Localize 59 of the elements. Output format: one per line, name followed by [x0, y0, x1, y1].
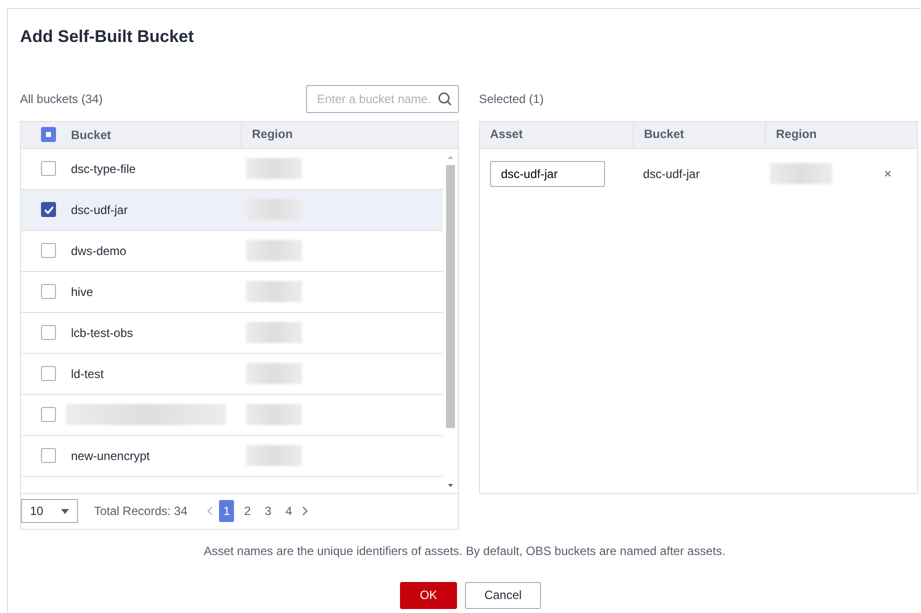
total-records: Total Records: 34 [94, 503, 188, 520]
bucket-name: new-unencrypt [71, 448, 150, 462]
square-icon [46, 132, 51, 137]
previous-page-icon[interactable] [207, 506, 214, 516]
table-row[interactable]: ld-test [21, 354, 443, 394]
page-button[interactable]: 4 [281, 500, 296, 522]
search-icon[interactable] [438, 92, 452, 106]
row-checkbox[interactable] [41, 284, 56, 299]
page-button[interactable]: 1 [219, 500, 234, 522]
bucket-count-label: All buckets (34) [20, 90, 103, 108]
table-row[interactable]: lcb-test-obs [21, 312, 443, 354]
table-row[interactable]: dws-demo [21, 230, 443, 272]
redacted-block [246, 158, 302, 179]
row-checkbox[interactable] [41, 325, 56, 340]
bucket-name: dsc-udf-jar [643, 166, 701, 182]
ok-button[interactable]: OK [400, 582, 457, 608]
row-checkbox[interactable] [41, 161, 56, 176]
redacted-block [246, 322, 302, 343]
select-all-checkbox[interactable] [41, 127, 56, 142]
asset-name-field[interactable]: dsc-udf-jar [490, 160, 605, 186]
row-checkbox[interactable] [41, 448, 56, 463]
row-checkbox[interactable] [41, 366, 56, 381]
search-field[interactable]: Enter a bucket name. [306, 84, 459, 112]
redacted-block [770, 163, 832, 184]
bucket-name: hive [71, 284, 94, 298]
row-checkbox[interactable] [41, 202, 56, 217]
column-header: Region [241, 121, 293, 148]
page-size-dropdown[interactable]: 10 [21, 499, 78, 523]
column-header: Bucket [70, 126, 112, 144]
table-row[interactable]: new-unencrypt [21, 436, 443, 476]
dialog-title: Add Self-Built Bucket [20, 26, 194, 48]
bucket-name: ld-test [71, 366, 104, 380]
redacted-block [246, 445, 302, 466]
table-row[interactable]: dsc-udf-jar [21, 190, 443, 230]
column-header: Bucket [633, 121, 765, 148]
redacted-block [246, 281, 302, 302]
table-row[interactable]: dsc-type-file [21, 148, 443, 190]
bucket-name: lcb-test-obs [71, 326, 134, 340]
redacted-block [246, 240, 302, 261]
column-header: Asset [489, 126, 524, 143]
caret-icon [61, 508, 69, 514]
hint-text: Asset names are the unique identifiers of assets. By default, OBS buckets are named after assets. [202, 542, 726, 560]
table-row[interactable]: hive [21, 272, 443, 312]
redacted-block [246, 199, 302, 220]
bucket-name: dsc-type-file [71, 162, 136, 176]
redacted-block [246, 404, 302, 425]
column-header: Region [765, 121, 875, 148]
selected-count-label: Selected (1) [479, 90, 544, 108]
row-checkbox[interactable] [41, 407, 56, 422]
bucket-name: dws-demo [71, 244, 126, 258]
redacted-block [246, 363, 302, 384]
page-button[interactable]: 3 [260, 500, 276, 522]
cancel-button[interactable]: Cancel [465, 582, 541, 608]
row-checkbox[interactable] [41, 243, 56, 258]
page-button[interactable]: 2 [240, 500, 255, 522]
bucket-name: dsc-udf-jar [71, 202, 128, 216]
checkmark-icon [44, 206, 54, 214]
next-page-icon[interactable] [302, 506, 308, 516]
remove-button[interactable]: × [880, 164, 896, 184]
